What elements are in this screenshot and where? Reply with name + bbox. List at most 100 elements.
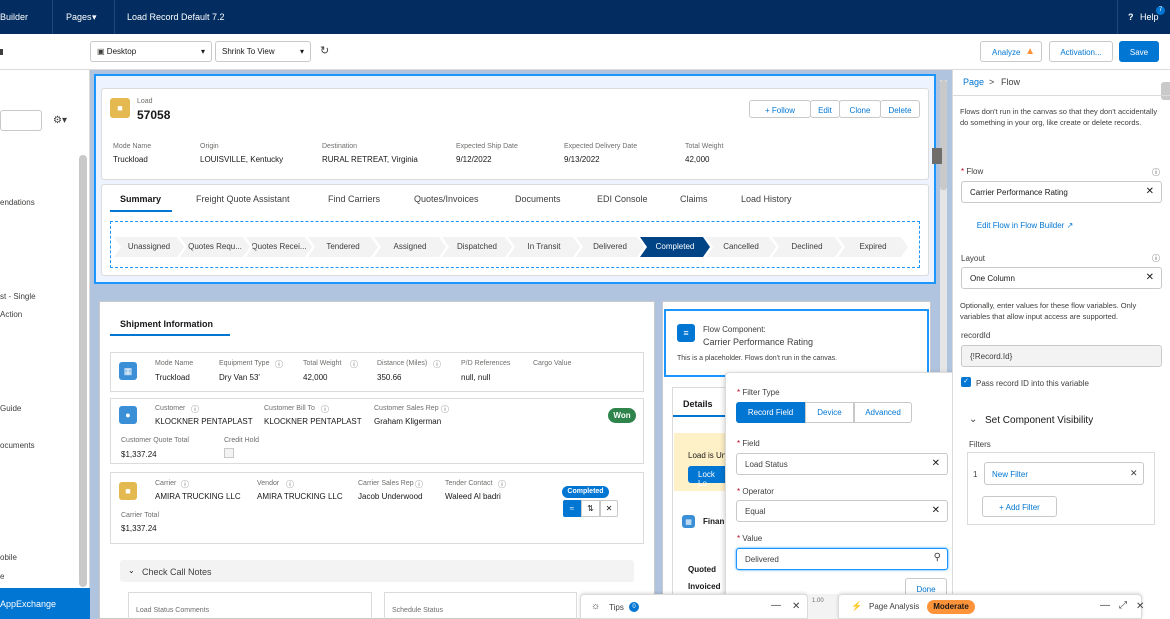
close-icon[interactable]: ✕ bbox=[1136, 601, 1144, 612]
collapse-handle[interactable] bbox=[932, 148, 942, 164]
filter-type-record-field[interactable]: Record Field bbox=[736, 402, 805, 423]
tab-load-history[interactable]: Load History bbox=[741, 194, 792, 204]
info-icon[interactable]: ⓘ bbox=[1152, 167, 1160, 178]
info-icon[interactable]: ⓘ bbox=[321, 404, 329, 415]
globe-icon: ☼ bbox=[591, 601, 601, 612]
component-item[interactable]: Guide bbox=[0, 404, 21, 413]
save-button[interactable]: Save bbox=[1119, 41, 1159, 62]
add-filter-button[interactable]: + Add Filter bbox=[982, 496, 1057, 517]
breadcrumb-page[interactable]: Page bbox=[963, 77, 984, 87]
close-icon[interactable]: ✕ bbox=[792, 601, 800, 612]
filter-index: 1 bbox=[973, 470, 978, 479]
credit-hold-checkbox[interactable] bbox=[224, 448, 234, 458]
tab-edi-console[interactable]: EDI Console bbox=[597, 194, 648, 204]
close-button[interactable]: ✕ bbox=[600, 500, 618, 517]
component-item[interactable]: st - Single bbox=[0, 292, 36, 301]
delete-button[interactable]: Delete bbox=[880, 100, 920, 118]
visibility-section-title[interactable]: Set Component Visibility bbox=[985, 415, 1093, 426]
tab-documents[interactable]: Documents bbox=[515, 194, 561, 204]
tab-find-carriers[interactable]: Find Carriers bbox=[328, 194, 380, 204]
zoom-select[interactable]: Shrink To View ▾ bbox=[215, 41, 311, 62]
stage-item[interactable]: Assigned bbox=[374, 237, 446, 257]
tab-freight-quote[interactable]: Freight Quote Assistant bbox=[196, 194, 290, 204]
edit-flow-link[interactable]: Edit Flow in Flow Builder ↗ bbox=[961, 214, 1089, 235]
stage-item[interactable]: Delivered bbox=[576, 237, 644, 257]
device-select[interactable]: ▣ Desktop ▾ bbox=[90, 41, 212, 62]
info-icon[interactable]: ⓘ bbox=[433, 359, 441, 370]
stage-item[interactable]: Unassigned bbox=[114, 237, 184, 257]
stage-item[interactable]: Expired bbox=[838, 237, 908, 257]
tips-panel[interactable]: ☼ Tips 0 — ✕ bbox=[580, 594, 808, 619]
gear-icon[interactable]: ⚙▾ bbox=[53, 115, 67, 126]
pages-menu[interactable]: Pages bbox=[66, 12, 92, 22]
check-call-section[interactable]: ⌄ Check Call Notes bbox=[120, 560, 634, 582]
activation-button[interactable]: Activation... bbox=[1049, 41, 1113, 62]
appexchange-link[interactable]: AppExchange bbox=[0, 588, 90, 619]
panel-collapse-handle[interactable] bbox=[1161, 82, 1170, 100]
lock-button[interactable]: Lock Lo bbox=[688, 466, 726, 488]
edit-button[interactable]: Edit bbox=[810, 100, 840, 118]
clone-button[interactable]: Clone bbox=[839, 100, 881, 118]
stage-item[interactable]: Quotes Recei... bbox=[246, 237, 312, 257]
stage-item[interactable]: Dispatched bbox=[442, 237, 512, 257]
info-icon[interactable]: ⓘ bbox=[286, 479, 294, 490]
follow-button[interactable]: + Follow bbox=[749, 100, 811, 118]
invoiced-label: Invoiced bbox=[688, 582, 721, 591]
info-icon[interactable]: ⓘ bbox=[350, 359, 358, 370]
left-scrollbar[interactable] bbox=[79, 155, 87, 587]
flow-input[interactable]: Carrier Performance Rating ✕ bbox=[961, 181, 1162, 203]
clear-icon[interactable]: ✕ bbox=[1146, 186, 1154, 197]
filter-type-device[interactable]: Device bbox=[805, 402, 854, 423]
remove-filter-icon[interactable]: ✕ bbox=[1130, 468, 1138, 479]
component-item[interactable]: ocuments bbox=[0, 441, 35, 450]
expand-icon[interactable]: ⤢ bbox=[1119, 600, 1127, 611]
chevron-down-icon[interactable]: ▾ bbox=[92, 12, 97, 23]
refresh-icon[interactable]: ↻ bbox=[320, 44, 329, 57]
info-icon[interactable]: ⓘ bbox=[275, 359, 283, 370]
component-item[interactable]: Action bbox=[0, 310, 22, 319]
analyze-button[interactable]: Analyze ▲ bbox=[980, 41, 1042, 62]
layout-input[interactable]: One Column ✕ bbox=[961, 267, 1162, 289]
minimize-icon[interactable]: — bbox=[771, 600, 781, 611]
tab-summary[interactable]: Summary bbox=[120, 194, 161, 204]
operator-input[interactable]: Equal ✕ bbox=[736, 500, 948, 522]
help-icon[interactable]: ? bbox=[1128, 12, 1134, 22]
clear-icon[interactable]: ✕ bbox=[932, 505, 940, 516]
app-name[interactable]: Builder bbox=[0, 12, 28, 22]
component-item[interactable]: endations bbox=[0, 198, 35, 207]
filter-type-advanced[interactable]: Advanced bbox=[854, 402, 912, 423]
component-item[interactable]: e bbox=[0, 572, 4, 581]
pass-record-checkbox[interactable]: ✓ bbox=[961, 377, 971, 387]
stage-item-current[interactable]: Completed bbox=[640, 237, 710, 257]
stage-item[interactable]: In Transit bbox=[508, 237, 580, 257]
field-input[interactable]: Load Status ✕ bbox=[736, 453, 948, 475]
clear-icon[interactable]: ✕ bbox=[1146, 272, 1154, 283]
help-link[interactable]: Help bbox=[1140, 12, 1159, 22]
stage-item[interactable]: Cancelled bbox=[706, 237, 776, 257]
stage-item[interactable]: Tendered bbox=[308, 237, 378, 257]
info-icon[interactable]: ⓘ bbox=[415, 479, 423, 490]
signal-button[interactable]: ≈ bbox=[563, 500, 581, 517]
info-icon[interactable]: ⓘ bbox=[181, 479, 189, 490]
page-analysis-panel[interactable]: ⚡ Page Analysis Moderate — ⤢ ✕ bbox=[838, 594, 1144, 619]
tab-claims[interactable]: Claims bbox=[680, 194, 708, 204]
new-filter-item[interactable]: New Filter ✕ bbox=[984, 462, 1144, 485]
info-icon[interactable]: ⓘ bbox=[191, 404, 199, 415]
info-icon[interactable]: ⓘ bbox=[1152, 253, 1160, 264]
component-search-input[interactable] bbox=[0, 110, 42, 131]
chevron-down-icon[interactable]: ⌄ bbox=[969, 414, 977, 425]
tab-quotes-invoices[interactable]: Quotes/Invoices bbox=[414, 194, 479, 204]
tab-details[interactable]: Details bbox=[683, 399, 713, 409]
minimize-icon[interactable]: — bbox=[1100, 600, 1110, 611]
value-input[interactable]: Delivered ⚲ bbox=[736, 548, 948, 570]
stage-item[interactable]: Declined bbox=[772, 237, 842, 257]
record-id-input[interactable]: {!Record.Id} bbox=[961, 345, 1162, 367]
info-icon[interactable]: ⓘ bbox=[441, 404, 449, 415]
clear-icon[interactable]: ✕ bbox=[932, 458, 940, 469]
stage-item[interactable]: Quotes Requ... bbox=[180, 237, 250, 257]
sidebar-toggle-icon[interactable] bbox=[0, 49, 3, 55]
finance-title: Finan bbox=[703, 517, 725, 526]
swap-button[interactable]: ⇅ bbox=[581, 500, 600, 517]
component-item[interactable]: obile bbox=[0, 553, 17, 562]
info-icon[interactable]: ⓘ bbox=[498, 479, 506, 490]
